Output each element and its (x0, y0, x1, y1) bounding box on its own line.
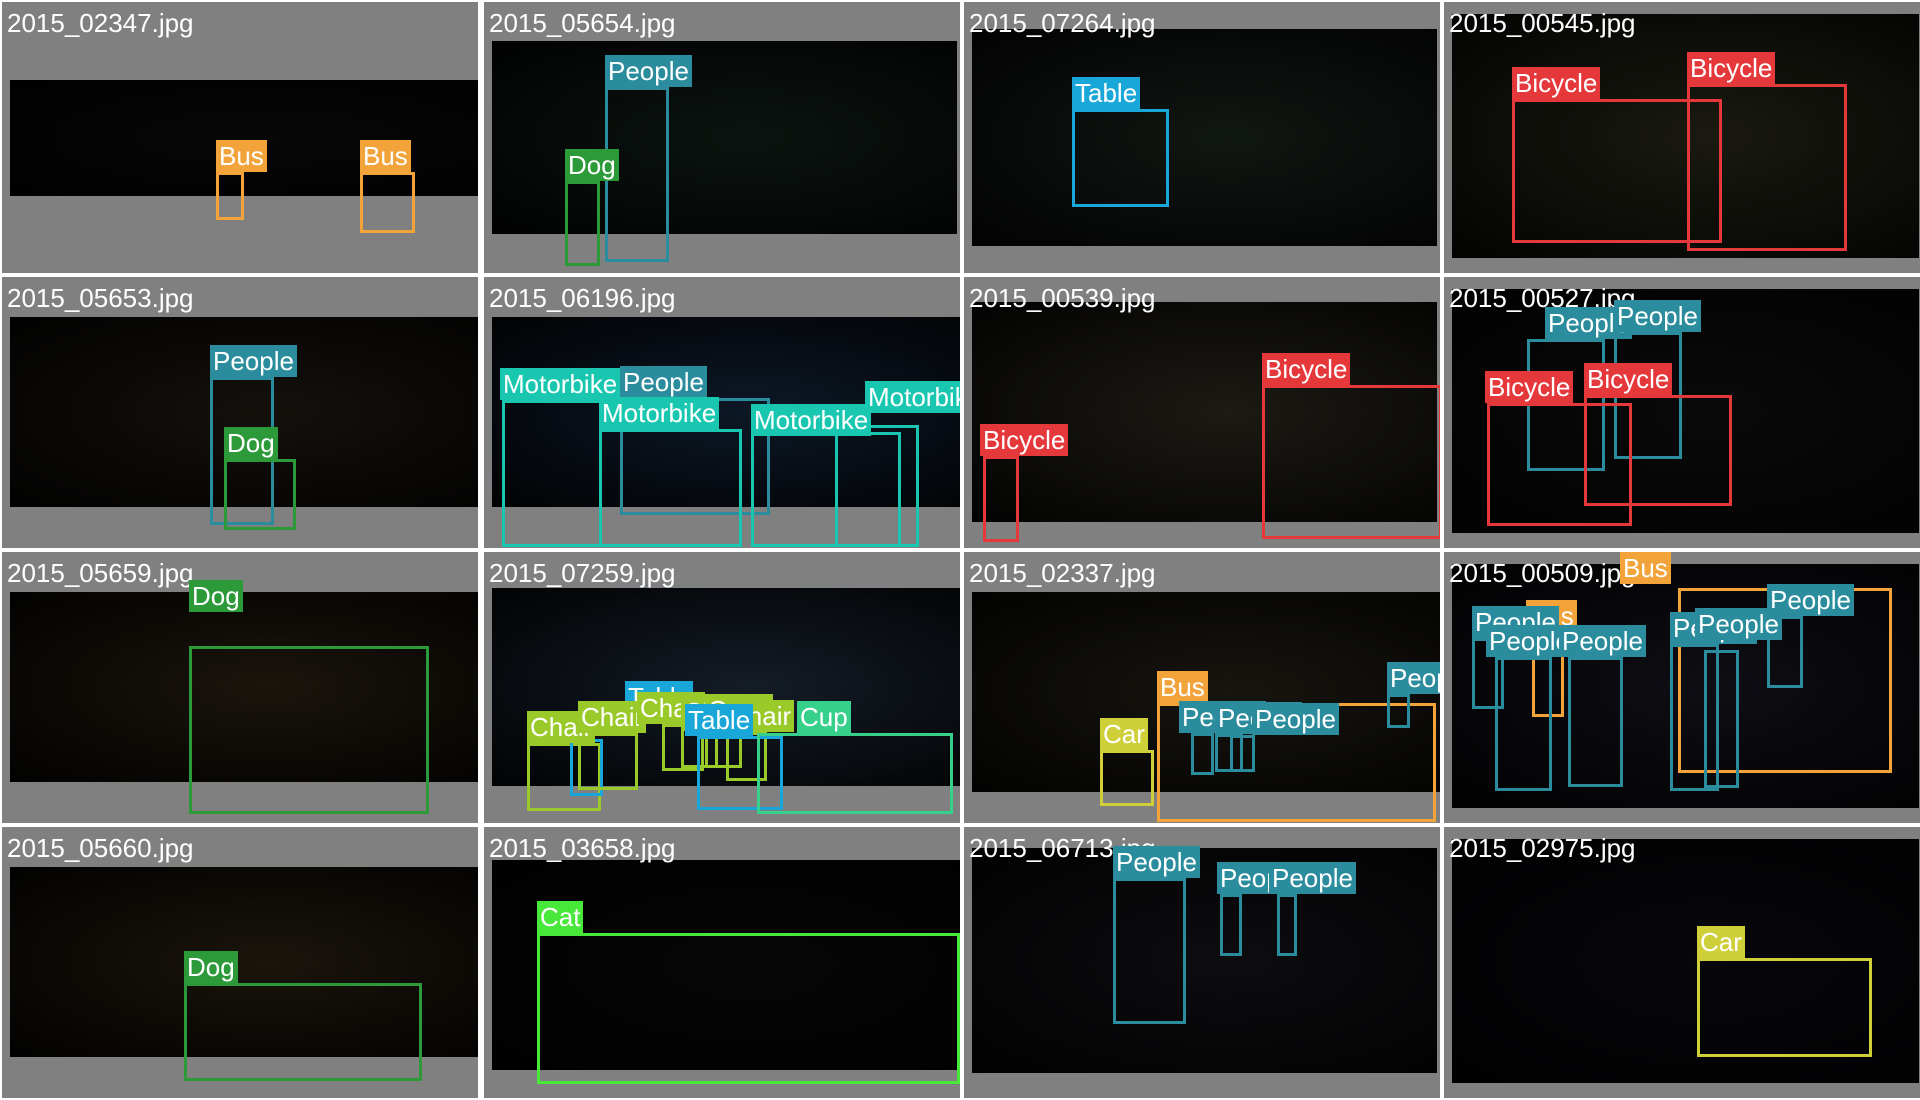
image-filename: 2015_07259.jpg (489, 558, 676, 588)
bounding-box (1220, 894, 1242, 956)
bounding-box (1568, 657, 1623, 787)
image-filename: 2015_00545.jpg (1449, 8, 1636, 38)
result-cell: 2015_05660.jpg Dog (2, 827, 478, 1098)
bounding-box (216, 172, 244, 220)
detection-label: Motorbike (865, 381, 960, 413)
bounding-box (1495, 657, 1552, 791)
detection-label: People (620, 366, 707, 398)
result-cell: 2015_02347.jpg Bus Bus (2, 2, 478, 273)
bounding-box (1704, 650, 1739, 788)
result-cell: 2015_07259.jpgChairTableChairChairChairC… (484, 552, 960, 823)
detection-label: Bus (1157, 671, 1208, 703)
bounding-box (537, 933, 960, 1084)
bounding-box (757, 733, 953, 814)
detection-label: Dog (189, 580, 243, 612)
bounding-box (1387, 694, 1410, 728)
image-thumbnail (492, 41, 957, 234)
image-filename: 2015_02337.jpg (969, 558, 1156, 588)
bounding-box (224, 459, 296, 530)
result-cell: 2015_05659.jpg Dog (2, 552, 478, 823)
bounding-box (1277, 894, 1297, 956)
detection-label: Bicycle (1262, 353, 1351, 385)
detection-label: People (1387, 662, 1440, 694)
result-cell: 2015_00509.jpgBusBusPeoplePeoplePeoplePe… (1444, 552, 1920, 823)
image-filename: 2015_05660.jpg (7, 833, 194, 863)
result-cell: 2015_05654.jpg People Dog (484, 2, 960, 273)
detection-label: Table (1072, 77, 1141, 109)
detection-label: People (1614, 300, 1701, 332)
detection-label: People (1695, 608, 1782, 640)
detection-label: People (1252, 703, 1339, 735)
bounding-box (1584, 395, 1732, 506)
bounding-box (599, 429, 742, 547)
detection-label: People (1269, 862, 1356, 894)
image-thumbnail (972, 848, 1437, 1073)
detection-label: Car (1100, 718, 1148, 750)
bounding-box (502, 400, 602, 547)
image-filename: 2015_02347.jpg (7, 8, 194, 38)
bounding-box (1230, 735, 1255, 772)
bounding-box (1072, 109, 1169, 207)
detection-label: People (210, 345, 297, 377)
image-filename: 2015_00539.jpg (969, 283, 1156, 313)
detection-results-grid: 2015_02347.jpg Bus Bus 2015_05654.jpg People… (0, 0, 1920, 1100)
result-cell: 2015_03658.jpg Cat (484, 827, 960, 1098)
detection-label: Bicycle (1485, 371, 1574, 403)
bounding-box (1191, 733, 1214, 775)
detection-label: Bicycle (1584, 363, 1673, 395)
detection-label: Motorbike (751, 404, 872, 436)
bounding-box (983, 456, 1019, 542)
detection-label: Bus (216, 140, 267, 172)
bounding-box (1113, 878, 1186, 1024)
detection-label: Dog (224, 427, 278, 459)
detection-label: Table (685, 704, 754, 736)
detection-label: Dog (184, 951, 238, 983)
image-filename: 2015_06196.jpg (489, 283, 676, 313)
detection-label: Bicycle (1512, 67, 1601, 99)
detection-label: Cat (537, 901, 584, 933)
detection-label: Dog (565, 149, 619, 181)
image-filename: 2015_07264.jpg (969, 8, 1156, 38)
detection-label: Bus (1620, 552, 1671, 584)
bounding-box (1262, 385, 1440, 539)
bounding-box (1687, 84, 1847, 251)
result-cell: 2015_02975.jpg Car (1444, 827, 1920, 1098)
result-cell: 2015_06196.jpg Motorbike People Motorbike Mo… (484, 277, 960, 548)
image-thumbnail (972, 29, 1437, 246)
detection-label: People (1113, 846, 1200, 878)
result-cell: 2015_07264.jpg Table (964, 2, 1440, 273)
result-cell: 2015_00539.jpg Bicycle Bicycle (964, 277, 1440, 548)
detection-label: Chair (578, 701, 647, 733)
detection-label: Motorbike (500, 368, 621, 400)
bounding-box (835, 425, 919, 547)
image-filename: 2015_05653.jpg (7, 283, 194, 313)
detection-label: Bicycle (1687, 52, 1776, 84)
detection-label: Car (1697, 926, 1745, 958)
bounding-box (189, 646, 429, 814)
result-cell: 2015_00527.jpg People People Bicycle Bicycle (1444, 277, 1920, 548)
detection-label: People (1559, 625, 1646, 657)
image-filename: 2015_05659.jpg (7, 558, 194, 588)
image-filename: 2015_02975.jpg (1449, 833, 1636, 863)
bounding-box (360, 172, 415, 233)
image-filename: 2015_00509.jpg (1449, 558, 1636, 588)
image-filename: 2015_05654.jpg (489, 8, 676, 38)
detection-label: Bicycle (980, 424, 1069, 456)
result-cell: 2015_00545.jpg Bicycle Bicycle (1444, 2, 1920, 273)
result-cell: 2015_05653.jpg People Dog (2, 277, 478, 548)
detection-label: Bus (360, 140, 411, 172)
detection-label: Motorbike (599, 397, 720, 429)
result-cell: 2015_02337.jpgBusPeopleCarPeoplePeoplePe… (964, 552, 1440, 823)
bounding-box (1697, 958, 1872, 1057)
bounding-box (1100, 750, 1154, 806)
bounding-box (184, 983, 422, 1081)
detection-label: People (605, 55, 692, 87)
bounding-box (565, 181, 600, 266)
result-cell: 2015_06713.jpg People People People (964, 827, 1440, 1098)
detection-label: Cup (797, 701, 851, 733)
image-filename: 2015_03658.jpg (489, 833, 676, 863)
